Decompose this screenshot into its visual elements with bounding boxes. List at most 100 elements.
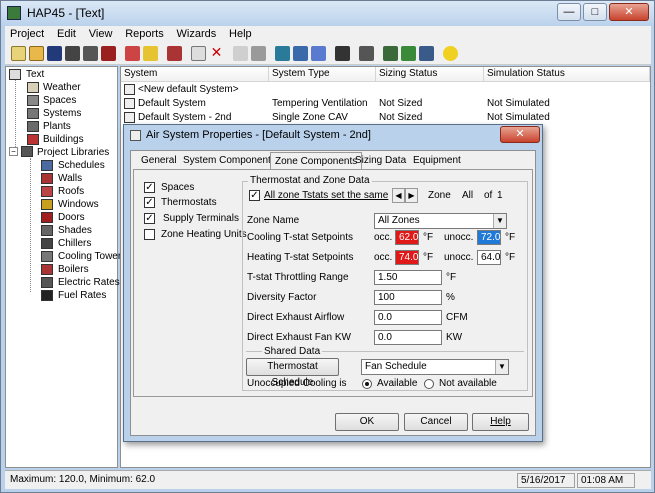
row-sim: Not Simulated: [487, 112, 550, 123]
tab-zone-components[interactable]: Zone Components: [270, 152, 363, 170]
book-icon[interactable]: [65, 46, 80, 61]
tree-item-cooling-towers[interactable]: Cooling Towers: [58, 251, 126, 262]
diversity-factor-label: Diversity Factor: [247, 292, 317, 303]
ok-button[interactable]: OK: [335, 413, 399, 431]
column-header-system[interactable]: System: [121, 67, 269, 82]
tree-item-doors[interactable]: Doors: [58, 212, 85, 223]
throttling-range-field[interactable]: 1.50: [374, 270, 442, 285]
open-icon[interactable]: [29, 46, 44, 61]
tree-item-weather[interactable]: Weather: [43, 82, 81, 93]
tree-item-schedules[interactable]: Schedules: [58, 160, 105, 171]
zone-next-button[interactable]: ▶: [405, 188, 418, 203]
details-icon[interactable]: [311, 46, 326, 61]
not-available-radio[interactable]: [424, 379, 434, 389]
supply-terminals-checkbox[interactable]: ✓: [144, 213, 155, 224]
cooling-occ-field[interactable]: 62.0: [395, 230, 419, 245]
zone-heating-units-checkbox[interactable]: [144, 229, 155, 240]
properties-icon[interactable]: [233, 46, 248, 61]
zone-prev-button[interactable]: ◀: [392, 188, 405, 203]
tree-item-electric-rates[interactable]: Electric Rates: [58, 277, 120, 288]
menu-edit[interactable]: Edit: [52, 26, 81, 42]
all-zone-tstats-checkbox[interactable]: ✓: [249, 190, 260, 201]
wizard-icon[interactable]: [125, 46, 140, 61]
print-icon[interactable]: [383, 46, 398, 61]
cancel-button[interactable]: Cancel: [404, 413, 468, 431]
help-button[interactable]: Help: [472, 413, 529, 431]
diversity-factor-field[interactable]: 100: [374, 290, 442, 305]
status-text: Maximum: 120.0, Minimum: 62.0: [10, 474, 156, 485]
collapse-icon[interactable]: −: [9, 147, 18, 156]
dialog-icon: [130, 130, 141, 141]
tree-item-windows[interactable]: Windows: [58, 199, 99, 210]
fan-schedule-dropdown[interactable]: Fan Schedule ▼: [361, 359, 509, 375]
close-button[interactable]: ✕: [609, 3, 649, 21]
tree-item-buildings[interactable]: Buildings: [43, 134, 84, 145]
chart-icon[interactable]: [401, 46, 416, 61]
spaces-icon: [27, 95, 39, 106]
delete-icon[interactable]: ✕: [209, 45, 224, 61]
table-row[interactable]: Default System - 2nd Single Zone CAV Not…: [121, 111, 650, 125]
heating-unocc-field[interactable]: 64.0: [477, 250, 501, 265]
copy-icon[interactable]: [191, 46, 206, 61]
tree-item-project-libraries[interactable]: Project Libraries: [37, 147, 109, 158]
zone-name-dropdown[interactable]: All Zones ▼: [374, 213, 507, 229]
toolbar: ✕: [5, 43, 651, 65]
minimize-button[interactable]: —: [557, 3, 581, 21]
calc-icon[interactable]: [275, 46, 290, 61]
menu-project[interactable]: Project: [5, 26, 49, 42]
archive-icon[interactable]: [101, 46, 116, 61]
menu-wizards[interactable]: Wizards: [172, 26, 222, 42]
library-icon[interactable]: [83, 46, 98, 61]
thermostat-schedule-button[interactable]: Thermostat Schedule: [246, 358, 339, 388]
tree-item-walls[interactable]: Walls: [58, 173, 82, 184]
dialog-close-button[interactable]: ✕: [500, 126, 540, 143]
menu-view[interactable]: View: [84, 26, 118, 42]
heating-unocc-label: unocc.: [444, 252, 474, 263]
spaces-checkbox[interactable]: ✓: [144, 182, 155, 193]
column-header-simulation-status[interactable]: Simulation Status: [484, 67, 650, 82]
row-system: <New default System>: [138, 84, 239, 95]
chevron-down-icon: ▼: [493, 214, 506, 228]
tab-general[interactable]: General: [141, 154, 177, 169]
diamond-icon[interactable]: [251, 46, 266, 61]
edit-icon[interactable]: [143, 46, 158, 61]
available-label: Available: [377, 378, 418, 389]
tree-item-plants[interactable]: Plants: [43, 121, 71, 132]
cooling-towers-icon: [41, 251, 53, 262]
new-icon[interactable]: [11, 46, 26, 61]
tree-item-spaces[interactable]: Spaces: [43, 95, 76, 106]
grid-icon[interactable]: [167, 46, 182, 61]
exhaust-airflow-field[interactable]: 0.0: [374, 310, 442, 325]
column-header-sizing-status[interactable]: Sizing Status: [376, 67, 484, 82]
cooling-unocc-field[interactable]: 72.0: [477, 230, 501, 245]
menu-reports[interactable]: Reports: [120, 26, 169, 42]
tree-item-boilers[interactable]: Boilers: [58, 264, 89, 275]
thermostats-checkbox[interactable]: ✓: [144, 197, 155, 208]
menu-help[interactable]: Help: [224, 26, 257, 42]
report-icon[interactable]: [359, 46, 374, 61]
tree-item-roofs[interactable]: Roofs: [58, 186, 84, 197]
heating-occ-field[interactable]: 74.0: [395, 250, 419, 265]
tree-root[interactable]: Text: [26, 69, 44, 80]
available-radio[interactable]: [362, 379, 372, 389]
export-icon[interactable]: [419, 46, 434, 61]
tree-icon[interactable]: [293, 46, 308, 61]
exhaust-fan-field[interactable]: 0.0: [374, 330, 442, 345]
tab-equipment[interactable]: Equipment: [413, 154, 461, 169]
thermostat-zone-group-label: Thermostat and Zone Data: [248, 175, 372, 186]
tree-item-fuel-rates[interactable]: Fuel Rates: [58, 290, 106, 301]
tab-system-components[interactable]: System Components: [183, 154, 276, 169]
columns-icon[interactable]: [335, 46, 350, 61]
table-row[interactable]: Default System Tempering Ventilation Not…: [121, 97, 650, 111]
tree-item-shades[interactable]: Shades: [58, 225, 92, 236]
help-icon[interactable]: [443, 46, 458, 61]
tree-item-systems[interactable]: Systems: [43, 108, 81, 119]
maximize-button[interactable]: □: [583, 3, 607, 21]
system-icon: [124, 84, 135, 95]
column-header-system-type[interactable]: System Type: [269, 67, 376, 82]
save-icon[interactable]: [47, 46, 62, 61]
tab-sizing-data[interactable]: Sizing Data: [355, 154, 406, 169]
table-row[interactable]: <New default System>: [121, 83, 650, 97]
tree-item-chillers[interactable]: Chillers: [58, 238, 91, 249]
zone-label: Zone: [428, 190, 451, 201]
